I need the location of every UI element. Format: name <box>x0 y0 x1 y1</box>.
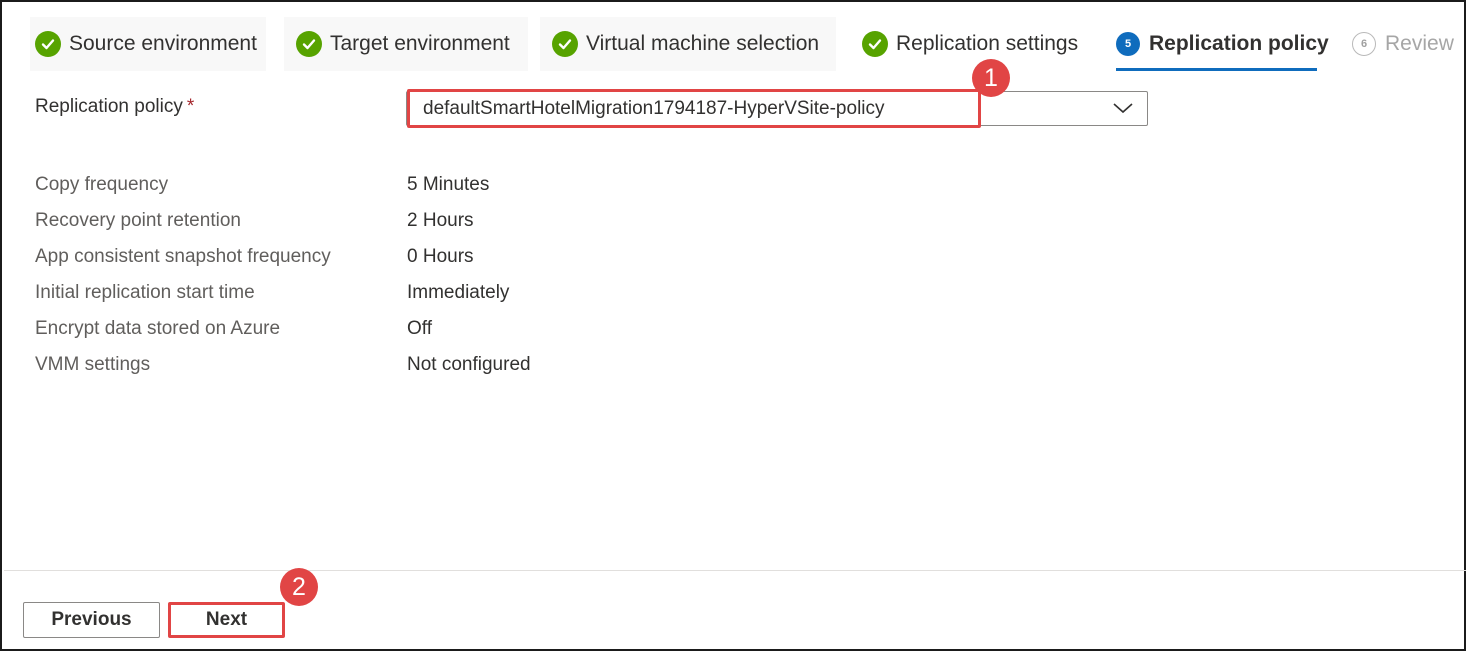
tab-label: Review <box>1385 32 1454 55</box>
detail-value: 0 Hours <box>407 246 474 267</box>
tab-target-environment[interactable]: Target environment <box>284 17 528 71</box>
replication-policy-dropdown[interactable]: defaultSmartHotelMigration1794187-HyperV… <box>406 91 1148 126</box>
tab-virtual-machine-selection[interactable]: Virtual machine selection <box>540 17 836 71</box>
detail-key: VMM settings <box>35 354 151 375</box>
checkmark-circle-icon <box>552 31 578 57</box>
replication-policy-label: Replication policy * <box>35 96 194 118</box>
dropdown-selected-value: defaultSmartHotelMigration1794187-HyperV… <box>423 98 885 119</box>
detail-value: Immediately <box>407 282 510 303</box>
footer-divider <box>4 570 1466 571</box>
field-label: Replication policy <box>35 96 183 117</box>
detail-value: 5 Minutes <box>407 174 490 195</box>
checkmark-circle-icon <box>862 31 888 57</box>
active-tab-underline <box>1116 68 1317 71</box>
tab-label: Replication policy <box>1149 32 1329 55</box>
tab-source-environment[interactable]: Source environment <box>30 17 266 71</box>
detail-key: Copy frequency <box>35 174 169 195</box>
required-marker: * <box>186 96 195 117</box>
tab-label: Virtual machine selection <box>586 32 820 55</box>
callout-badge-1: 1 <box>972 59 1010 97</box>
tab-replication-settings[interactable]: Replication settings <box>860 17 1090 71</box>
detail-value: Off <box>407 318 432 339</box>
detail-key: Initial replication start time <box>35 282 255 303</box>
checkmark-circle-icon <box>296 31 322 57</box>
previous-button[interactable]: Previous <box>23 602 160 638</box>
tab-label: Source environment <box>69 32 257 55</box>
wizard-tabs: Source environment Target environment Vi… <box>2 2 1464 82</box>
checkmark-circle-icon <box>35 31 61 57</box>
step-number-badge: 6 <box>1352 32 1376 56</box>
detail-key: App consistent snapshot frequency <box>35 246 331 267</box>
tab-label: Target environment <box>330 32 510 55</box>
tab-replication-policy[interactable]: 5 Replication policy <box>1116 17 1329 71</box>
tab-label: Replication settings <box>896 32 1079 55</box>
callout-badge-2: 2 <box>280 568 318 606</box>
next-button[interactable]: Next <box>168 602 285 638</box>
detail-value: 2 Hours <box>407 210 474 231</box>
wizard-frame: Source environment Target environment Vi… <box>0 0 1466 651</box>
detail-key: Encrypt data stored on Azure <box>35 318 281 339</box>
detail-key: Recovery point retention <box>35 210 241 231</box>
step-number-badge: 5 <box>1116 32 1140 56</box>
tab-review[interactable]: 6 Review <box>1352 17 1462 71</box>
chevron-down-icon <box>1113 103 1133 114</box>
detail-value: Not configured <box>407 354 531 375</box>
